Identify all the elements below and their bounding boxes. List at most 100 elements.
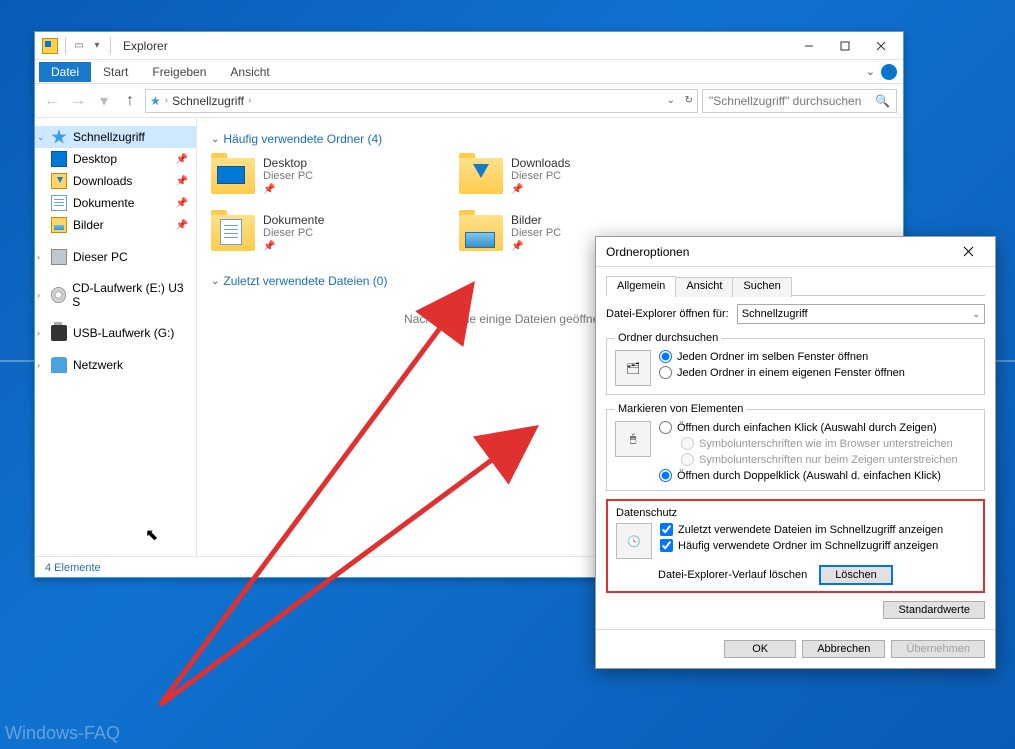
nav-desktop[interactable]: Desktop📌 — [35, 148, 196, 170]
radio-single-click[interactable]: Öffnen durch einfachen Klick (Auswahl du… — [659, 421, 976, 434]
open-for-select[interactable]: Schnellzugriff⌄ — [737, 304, 985, 324]
chevron-down-icon: ⌄ — [972, 309, 980, 320]
search-placeholder: "Schnellzugriff" durchsuchen — [709, 94, 861, 108]
folder-icon — [459, 215, 503, 251]
help-icon[interactable]: ? — [881, 64, 897, 80]
nav-pane: ⌄Schnellzugriff Desktop📌 Downloads📌 Doku… — [35, 118, 197, 556]
dialog-title: Ordneroptionen — [606, 245, 689, 259]
watermark: Windows-FAQ — [5, 723, 120, 744]
explorer-icon — [42, 38, 58, 54]
clear-button[interactable]: Löschen — [819, 565, 893, 585]
tab-general[interactable]: Allgemein — [606, 276, 676, 296]
nav-cd-drive[interactable]: ›CD-Laufwerk (E:) U3 S — [35, 278, 196, 312]
tab-share[interactable]: Freigeben — [140, 62, 218, 82]
browse-folders-group: Ordner durchsuchen 🗂 Jeden Ordner im sel… — [606, 332, 985, 395]
desktop-icon — [51, 151, 67, 167]
radio-same-window[interactable]: Jeden Ordner im selben Fenster öffnen — [659, 350, 976, 363]
radio-underline-browser: Symbolunterschriften wie im Browser unte… — [659, 437, 976, 450]
search-input[interactable]: "Schnellzugriff" durchsuchen 🔍 — [702, 89, 897, 113]
apply-button: Übernehmen — [891, 640, 985, 658]
pin-icon: 📌 — [511, 184, 570, 195]
pin-icon: 📌 — [176, 198, 188, 209]
browse-folders-icon: 🗂 — [615, 350, 651, 386]
folder-documents[interactable]: DokumenteDieser PC📌 — [211, 213, 431, 252]
chevron-right-icon: › — [248, 95, 251, 106]
tab-start[interactable]: Start — [91, 62, 140, 82]
pin-icon: 📌 — [176, 154, 188, 165]
folder-icon — [459, 158, 503, 194]
folder-icon — [211, 215, 255, 251]
nav-documents[interactable]: Dokumente📌 — [35, 192, 196, 214]
radio-own-window[interactable]: Jeden Ordner in einem eigenen Fenster öf… — [659, 366, 976, 379]
cancel-button[interactable]: Abbrechen — [802, 640, 885, 658]
qat-properties-icon[interactable]: ▭ — [70, 37, 88, 55]
pin-icon: 📌 — [263, 184, 313, 195]
ok-button[interactable]: OK — [724, 640, 796, 658]
nav-network[interactable]: ›Netzwerk — [35, 354, 196, 376]
cd-icon — [51, 287, 66, 303]
restore-defaults-button[interactable]: Standardwerte — [883, 601, 985, 619]
nav-up-button[interactable]: ↑ — [119, 90, 141, 112]
minimize-button[interactable] — [791, 33, 827, 59]
chevron-down-icon: ⌄ — [211, 276, 219, 287]
privacy-icon: 🕓 — [616, 523, 652, 559]
pin-icon: 📌 — [263, 241, 324, 252]
privacy-legend: Datenschutz — [616, 507, 975, 519]
nav-quick-access[interactable]: ⌄Schnellzugriff — [35, 126, 196, 148]
radio-double-click[interactable]: Öffnen durch Doppelklick (Auswahl d. ein… — [659, 469, 976, 482]
qat-dropdown-icon[interactable]: ▾ — [88, 37, 106, 55]
tab-view[interactable]: Ansicht — [218, 62, 281, 82]
folder-desktop[interactable]: DesktopDieser PC📌 — [211, 156, 431, 195]
ribbon: Datei Start Freigeben Ansicht ⌄ ? — [35, 60, 903, 84]
click-items-group: Markieren von Elementen 🖱 Öffnen durch e… — [606, 403, 985, 491]
dialog-footer: OK Abbrechen Übernehmen — [596, 629, 995, 668]
network-icon — [51, 357, 67, 373]
nav-history-button[interactable]: ▾ — [93, 90, 115, 112]
pin-icon: 📌 — [176, 176, 188, 187]
usb-icon — [51, 325, 67, 341]
dialog-tabs: Allgemein Ansicht Suchen — [606, 275, 985, 296]
star-icon — [51, 129, 67, 145]
ribbon-collapse-icon[interactable]: ⌄ — [866, 65, 875, 78]
dialog-close-button[interactable] — [951, 240, 985, 264]
maximize-button[interactable] — [827, 33, 863, 59]
breadcrumb-root[interactable]: Schnellzugriff — [172, 94, 244, 108]
documents-icon — [51, 195, 67, 211]
window-title: Explorer — [123, 39, 168, 53]
titlebar: ▭ ▾ Explorer — [35, 32, 903, 60]
addr-dropdown-icon[interactable]: ⌄ — [667, 95, 675, 106]
folder-options-dialog: Ordneroptionen Allgemein Ansicht Suchen … — [595, 236, 996, 669]
pictures-icon — [51, 217, 67, 233]
check-recent-files[interactable]: Zuletzt verwendete Dateien im Schnellzug… — [660, 523, 975, 536]
tab-search[interactable]: Suchen — [732, 277, 791, 297]
radio-underline-point: Symbolunterschriften nur beim Zeigen unt… — [659, 453, 976, 466]
chevron-down-icon: ⌄ — [211, 134, 219, 145]
nav-usb-drive[interactable]: ›USB-Laufwerk (G:) — [35, 322, 196, 344]
privacy-group: Datenschutz 🕓 Zuletzt verwendete Dateien… — [606, 499, 985, 593]
tab-file[interactable]: Datei — [39, 62, 91, 82]
nav-this-pc[interactable]: ›Dieser PC — [35, 246, 196, 268]
pc-icon — [51, 249, 67, 265]
item-count: 4 Elemente — [45, 562, 101, 574]
nav-back-button[interactable]: ← — [41, 90, 63, 112]
search-icon: 🔍 — [875, 94, 890, 108]
open-for-label: Datei-Explorer öffnen für: — [606, 308, 729, 320]
pin-icon: 📌 — [176, 220, 188, 231]
click-items-icon: 🖱 — [615, 421, 651, 457]
folder-downloads[interactable]: DownloadsDieser PC📌 — [459, 156, 679, 195]
address-bar[interactable]: ★ › Schnellzugriff › ⌄ ↻ — [145, 89, 698, 113]
dialog-titlebar: Ordneroptionen — [596, 237, 995, 267]
clear-history-label: Datei-Explorer-Verlauf löschen — [658, 569, 807, 581]
refresh-icon[interactable]: ↻ — [685, 95, 693, 106]
section-frequent-folders[interactable]: ⌄Häufig verwendete Ordner (4) — [211, 132, 889, 146]
folder-icon — [211, 158, 255, 194]
nav-bilder[interactable]: Bilder📌 — [35, 214, 196, 236]
nav-downloads[interactable]: Downloads📌 — [35, 170, 196, 192]
check-frequent-folders[interactable]: Häufig verwendete Ordner im Schnellzugri… — [660, 539, 975, 552]
close-button[interactable] — [863, 33, 899, 59]
star-icon: ★ — [150, 94, 161, 108]
nav-forward-button[interactable]: → — [67, 90, 89, 112]
chevron-right-icon: › — [165, 95, 168, 106]
navbar: ← → ▾ ↑ ★ › Schnellzugriff › ⌄ ↻ "Schnel… — [35, 84, 903, 118]
tab-view[interactable]: Ansicht — [675, 277, 733, 297]
